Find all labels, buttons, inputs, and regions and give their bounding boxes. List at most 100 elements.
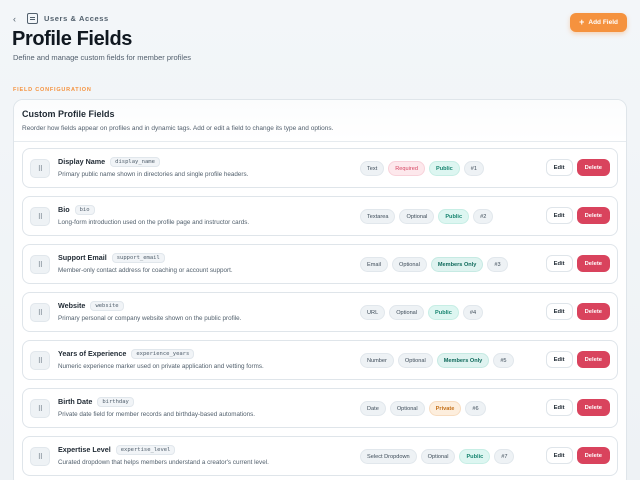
drag-handle-icon[interactable]: ⠿ bbox=[30, 351, 50, 370]
edit-button[interactable]: Edit bbox=[545, 255, 573, 272]
field-requirement-badge: Required bbox=[388, 161, 425, 176]
delete-button[interactable]: Delete bbox=[576, 351, 610, 368]
field-requirement-badge: Optional bbox=[389, 401, 425, 416]
field-row[interactable]: ⠿ Display Name display_name Primary public … bbox=[22, 148, 618, 188]
field-order-badge: #7 bbox=[494, 449, 515, 464]
panel-header: Custom Profile Fields Reorder how fields… bbox=[14, 100, 626, 142]
drag-handle-icon[interactable]: ⠿ bbox=[30, 255, 50, 274]
field-row[interactable]: ⠿ Expertise Level expertise_level Curated d… bbox=[22, 436, 618, 476]
field-order-badge: #5 bbox=[493, 353, 514, 368]
list-icon bbox=[27, 13, 38, 24]
delete-button[interactable]: Delete bbox=[576, 303, 610, 320]
row-actions: Edit Delete bbox=[545, 207, 610, 224]
field-info: Support Email support_email Member-only co… bbox=[58, 252, 233, 274]
delete-button[interactable]: Delete bbox=[576, 207, 610, 224]
field-description: Primary personal or company website show… bbox=[58, 315, 242, 322]
add-field-button[interactable]: + Add Field bbox=[570, 13, 627, 32]
chevron-left-icon[interactable]: ‹ bbox=[13, 14, 21, 24]
field-requirement-badge: Optional bbox=[397, 353, 433, 368]
field-type-badge: Email bbox=[360, 257, 388, 272]
plus-icon: + bbox=[579, 17, 585, 27]
field-info: Years of Experience experience_years Numer… bbox=[58, 348, 264, 370]
delete-button[interactable]: Delete bbox=[576, 159, 610, 176]
drag-handle-icon[interactable]: ⠿ bbox=[30, 399, 50, 418]
field-key: birthday bbox=[97, 396, 134, 407]
edit-button[interactable]: Edit bbox=[545, 303, 573, 320]
field-info: Expertise Level expertise_level Curated dr… bbox=[58, 444, 269, 466]
field-requirement-badge: Optional bbox=[420, 449, 456, 464]
section-label: FIELD CONFIGURATION bbox=[13, 87, 92, 93]
field-info: Birth Date birthday Private date field for… bbox=[58, 396, 255, 418]
field-type-badge: Select Dropdown bbox=[360, 449, 417, 464]
field-description: Private date field for member records an… bbox=[58, 411, 256, 418]
edit-button[interactable]: Edit bbox=[545, 447, 573, 464]
field-type-badge: Date bbox=[360, 401, 386, 416]
field-name: Years of Experience bbox=[58, 349, 127, 358]
row-actions: Edit Delete bbox=[545, 255, 610, 272]
field-name: Website bbox=[58, 301, 86, 310]
drag-handle-icon[interactable]: ⠿ bbox=[30, 447, 50, 466]
field-name: Expertise Level bbox=[58, 445, 111, 454]
row-actions: Edit Delete bbox=[545, 447, 610, 464]
field-visibility-badge: Public bbox=[438, 209, 470, 224]
field-row[interactable]: ⠿ Birth Date birthday Private date field fo… bbox=[22, 388, 618, 428]
field-badges: Number Optional Members Only #5 bbox=[360, 353, 514, 368]
field-name: Display Name bbox=[58, 157, 106, 166]
field-requirement-badge: Optional bbox=[389, 305, 425, 320]
row-actions: Edit Delete bbox=[545, 351, 610, 368]
field-visibility-badge: Private bbox=[428, 401, 462, 416]
field-badges: URL Optional Public #4 bbox=[360, 305, 484, 320]
delete-button[interactable]: Delete bbox=[576, 399, 610, 416]
drag-handle-icon[interactable]: ⠿ bbox=[30, 207, 50, 226]
field-visibility-badge: Public bbox=[428, 161, 460, 176]
row-actions: Edit Delete bbox=[545, 399, 610, 416]
field-key: bio bbox=[74, 204, 95, 215]
field-key: support_email bbox=[111, 252, 165, 263]
field-row[interactable]: ⠿ Support Email support_email Member-only c… bbox=[22, 244, 618, 284]
drag-handle-icon[interactable]: ⠿ bbox=[30, 303, 50, 322]
add-field-label: Add Field bbox=[588, 19, 618, 26]
field-type-badge: Number bbox=[360, 353, 394, 368]
field-badges: Date Optional Private #6 bbox=[360, 401, 486, 416]
drag-handle-icon[interactable]: ⠿ bbox=[30, 159, 50, 178]
row-actions: Edit Delete bbox=[545, 303, 610, 320]
field-order-badge: #2 bbox=[473, 209, 494, 224]
edit-button[interactable]: Edit bbox=[545, 207, 573, 224]
field-row[interactable]: ⠿ Years of Experience experience_years Nume… bbox=[22, 340, 618, 380]
field-requirement-badge: Optional bbox=[399, 209, 435, 224]
field-order-badge: #1 bbox=[463, 161, 484, 176]
delete-button[interactable]: Delete bbox=[576, 447, 610, 464]
field-row[interactable]: ⠿ Bio bio Long-form introduction used on th… bbox=[22, 196, 618, 236]
row-actions: Edit Delete bbox=[545, 159, 610, 176]
custom-fields-panel: Custom Profile Fields Reorder how fields… bbox=[13, 99, 627, 480]
field-badges: Text Required Public #1 bbox=[360, 161, 484, 176]
field-type-badge: Textarea bbox=[360, 209, 396, 224]
edit-button[interactable]: Edit bbox=[545, 351, 573, 368]
edit-button[interactable]: Edit bbox=[545, 399, 573, 416]
field-type-badge: URL bbox=[360, 305, 386, 320]
field-order-badge: #4 bbox=[462, 305, 484, 320]
field-row[interactable]: ⠿ Website website Primary personal or compa… bbox=[22, 292, 618, 332]
panel-description: Reorder how fields appear on profiles an… bbox=[22, 125, 334, 132]
field-visibility-badge: Public bbox=[459, 449, 491, 464]
delete-button[interactable]: Delete bbox=[576, 255, 610, 272]
field-badges: Select Dropdown Optional Public #7 bbox=[360, 449, 515, 464]
field-visibility-badge: Members Only bbox=[430, 257, 484, 272]
panel-title: Custom Profile Fields bbox=[22, 109, 115, 119]
field-visibility-badge: Members Only bbox=[436, 353, 490, 368]
field-name: Birth Date bbox=[58, 397, 93, 406]
field-description: Long-form introduction used on the profi… bbox=[58, 219, 250, 226]
field-key: website bbox=[90, 300, 124, 311]
field-badges: Textarea Optional Public #2 bbox=[360, 209, 494, 224]
field-description: Primary public name shown in directories… bbox=[58, 171, 249, 178]
edit-button[interactable]: Edit bbox=[545, 159, 573, 176]
field-key: experience_years bbox=[131, 348, 195, 359]
field-name: Bio bbox=[58, 205, 70, 214]
breadcrumb-label[interactable]: Users & Access bbox=[44, 14, 109, 23]
field-key: display_name bbox=[110, 156, 160, 167]
field-order-badge: #3 bbox=[487, 257, 508, 272]
field-description: Curated dropdown that helps members unde… bbox=[58, 459, 269, 466]
breadcrumb: ‹ Users & Access bbox=[13, 13, 109, 24]
page-title: Profile Fields bbox=[12, 28, 132, 50]
field-info: Bio bio Long-form introduction used on the… bbox=[58, 204, 249, 226]
